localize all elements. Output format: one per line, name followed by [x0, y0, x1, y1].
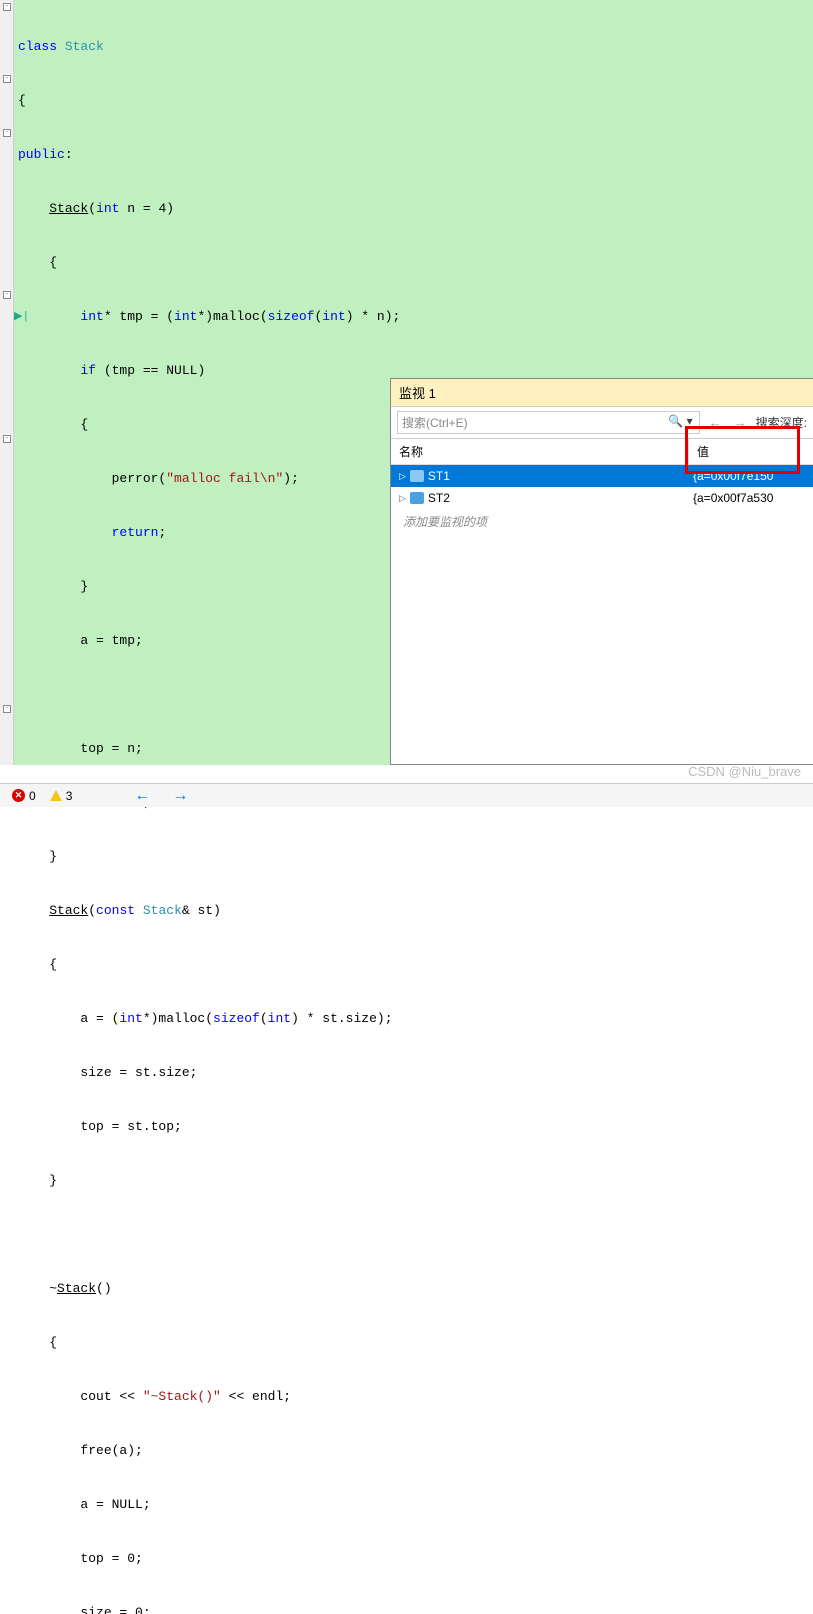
error-icon: ✕ [12, 789, 25, 802]
error-count[interactable]: ✕ 0 [12, 789, 36, 803]
nav-prev-icon[interactable]: ← [130, 787, 154, 805]
watch-var-name: ST1 [428, 469, 450, 483]
watch-row[interactable]: ▷ ST1 {a=0x00f7e150 [391, 465, 813, 487]
error-count-value: 0 [29, 789, 36, 803]
col-value-header[interactable]: 值 [689, 439, 813, 464]
watch-var-value: {a=0x00f7e150 [689, 469, 813, 483]
fold-toggle[interactable]: - [3, 705, 11, 713]
nav-forward-icon[interactable]: → [731, 415, 750, 430]
object-icon [410, 470, 424, 482]
search-input[interactable]: 搜索(Ctrl+E) 🔍 ▾ [397, 411, 700, 434]
watch-toolbar: 搜索(Ctrl+E) 🔍 ▾ ← → 搜索深度: [391, 407, 813, 439]
watermark: CSDN @Niu_brave [688, 764, 801, 779]
watch-columns-header: 名称 值 [391, 439, 813, 465]
fold-toggle[interactable]: - [3, 75, 11, 83]
fold-toggle[interactable]: - [3, 291, 11, 299]
fold-toggle[interactable]: - [3, 435, 11, 443]
watch-title: 监视 1 [391, 379, 813, 407]
watch-panel[interactable]: 监视 1 搜索(Ctrl+E) 🔍 ▾ ← → 搜索深度: 名称 值 ▷ ST1… [390, 378, 813, 765]
object-icon [410, 492, 424, 504]
watch-var-name: ST2 [428, 491, 450, 505]
warning-count-value: 3 [66, 789, 73, 803]
col-name-header[interactable]: 名称 [391, 439, 689, 464]
status-bar: ✕ 0 3 ← → [0, 783, 813, 807]
search-depth-label: 搜索深度: [756, 414, 807, 431]
add-watch-placeholder[interactable]: 添加要监视的项 [391, 509, 813, 534]
nav-next-icon[interactable]: → [168, 787, 192, 805]
fold-toggle[interactable]: - [3, 3, 11, 11]
code-lines: class Stack { public: Stack(int n = 4) {… [14, 0, 813, 1614]
nav-back-icon[interactable]: ← [706, 415, 725, 430]
expand-icon[interactable]: ▷ [399, 471, 406, 482]
warning-icon [50, 790, 62, 801]
search-icon[interactable]: 🔍 ▾ [668, 414, 692, 428]
watch-var-value: {a=0x00f7a530 [689, 491, 813, 505]
watch-body: ▷ ST1 {a=0x00f7e150 ▷ ST2 {a=0x00f7a530 … [391, 465, 813, 764]
warning-count[interactable]: 3 [50, 789, 73, 803]
fold-gutter: - - - - - - ▶| [0, 0, 14, 765]
search-placeholder: 搜索(Ctrl+E) [402, 416, 468, 430]
expand-icon[interactable]: ▷ [399, 493, 406, 504]
fold-toggle[interactable]: - [3, 129, 11, 137]
watch-row[interactable]: ▷ ST2 {a=0x00f7a530 [391, 487, 813, 509]
